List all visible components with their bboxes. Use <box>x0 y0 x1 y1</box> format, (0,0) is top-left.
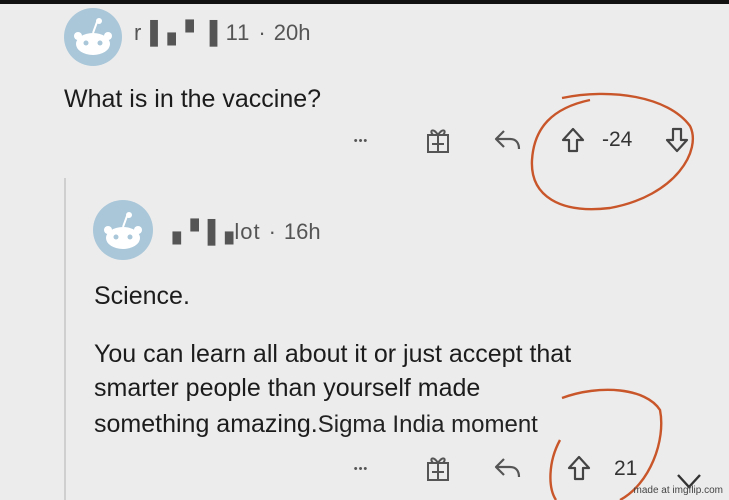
upvote-button[interactable] <box>558 124 588 156</box>
post-vote-score: -24 <box>602 128 633 151</box>
post-meta: r▐▗▝ ▐ 11 · 20h <box>134 20 310 46</box>
upvote-arrow-icon <box>561 127 585 153</box>
reply-text-line-4: something amazing.Sigma India moment <box>94 410 538 439</box>
post-time: 20h <box>273 20 311 45</box>
gift-icon <box>427 457 449 481</box>
gift-icon <box>427 129 449 153</box>
reply-vote-score: 21 <box>614 457 638 480</box>
meta-separator: · <box>258 20 266 45</box>
reply-time: 16h <box>283 219 321 244</box>
thread-line[interactable] <box>64 178 66 500</box>
downvote-arrow-icon <box>665 127 689 153</box>
award-button[interactable] <box>420 450 456 486</box>
more-options-icon: ••• <box>353 463 369 475</box>
meme-caption-overlay: Sigma India moment <box>317 411 538 438</box>
avatar[interactable] <box>64 8 122 66</box>
snoo-icon <box>104 212 142 249</box>
post-username[interactable]: r▐▗▝ ▐ 11 <box>134 20 250 46</box>
reply-icon <box>494 458 521 478</box>
reply-meta: ▗▝▐▗lot · 16h <box>164 219 321 245</box>
reply-button[interactable] <box>490 124 524 156</box>
more-options-button[interactable]: ••• <box>346 456 376 482</box>
reply-text-end: something amazing. <box>94 410 318 438</box>
reply-button[interactable] <box>490 452 524 484</box>
more-options-icon: ••• <box>353 135 369 147</box>
post-title: What is in the vaccine? <box>64 85 322 113</box>
more-options-button[interactable]: ••• <box>346 128 376 154</box>
reply-text-line-1: Science. <box>94 282 190 310</box>
upvote-button[interactable] <box>564 452 594 484</box>
meta-separator: · <box>268 219 276 244</box>
top-border <box>0 0 729 4</box>
award-button[interactable] <box>420 122 456 158</box>
downvote-button[interactable] <box>662 124 692 156</box>
imgflip-watermark: made at imgflip.com <box>633 485 723 496</box>
reply-text-line-2: You can learn all about it or just accep… <box>94 340 572 368</box>
reply-username[interactable]: ▗▝▐▗lot <box>164 219 261 245</box>
snoo-icon <box>74 18 112 55</box>
reply-icon <box>494 130 521 150</box>
reply-text-line-3: smarter people than yourself made <box>94 374 481 402</box>
reply-avatar[interactable] <box>93 200 153 260</box>
upvote-arrow-icon <box>567 455 591 481</box>
